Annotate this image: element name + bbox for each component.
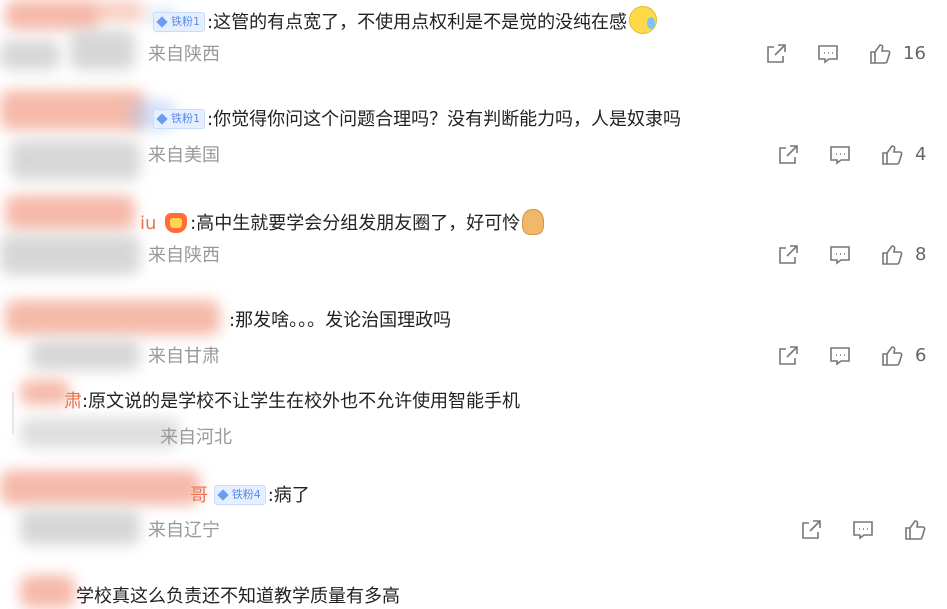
comment-icon[interactable] bbox=[850, 517, 876, 543]
username-blurred[interactable] bbox=[0, 235, 140, 275]
username-blurred bbox=[70, 30, 135, 70]
sad-kid-icon bbox=[522, 209, 545, 235]
comment-icon[interactable] bbox=[827, 242, 853, 268]
like-icon[interactable] bbox=[879, 343, 905, 369]
fan-badge[interactable]: 铁粉4 bbox=[213, 485, 266, 505]
comment-actions: 8 bbox=[775, 242, 926, 268]
diamond-icon bbox=[156, 113, 168, 125]
comment-actions: 16 bbox=[763, 41, 926, 67]
diamond-icon bbox=[156, 16, 168, 28]
comment-actions: 4 bbox=[775, 142, 926, 168]
like-count: 16 bbox=[903, 43, 926, 64]
fan-badge[interactable]: 铁粉1 bbox=[153, 12, 205, 32]
comment-text-line: 铁粉1:你觉得你问这个问题合理吗？没有判断能力吗，人是奴隶吗 bbox=[153, 108, 681, 132]
username-blurred[interactable] bbox=[30, 340, 140, 370]
comment-location: 来自美国 bbox=[148, 145, 220, 166]
username-blurred[interactable] bbox=[10, 140, 140, 180]
comment-item: 肃:原文说的是学校不让学生在校外也不允许使用智能手机 来自河北 bbox=[0, 380, 947, 460]
comment-text: :病了 bbox=[267, 485, 310, 506]
avatar[interactable] bbox=[20, 380, 70, 405]
comment-text: 学校真这么负责还不知道教学质量有多高 bbox=[76, 586, 400, 607]
comment-text-line: 铁粉1:这管的有点宽了，不使用点权利是不是觉的没纯在感 bbox=[153, 6, 658, 35]
comment-item: 哥 铁粉4:病了 来自辽宁 bbox=[0, 465, 947, 555]
like-icon[interactable] bbox=[879, 242, 905, 268]
share-icon[interactable] bbox=[798, 517, 824, 543]
like-count: 8 bbox=[915, 244, 927, 265]
comment-location: 来自甘肃 bbox=[148, 346, 220, 367]
avatar bbox=[95, 0, 145, 22]
comment-text-line: :那发啥。。。发论治国理政吗 bbox=[229, 309, 451, 333]
comment-location: 来自陕西 bbox=[148, 44, 220, 65]
comment-item: 学校真这么负责还不知道教学质量有多高 bbox=[0, 570, 947, 608]
comment-text-line: 哥 铁粉4:病了 bbox=[190, 484, 310, 508]
avatar[interactable] bbox=[20, 575, 75, 608]
diamond-icon bbox=[217, 489, 229, 501]
comment-text: :那发啥。。。发论治国理政吗 bbox=[229, 310, 452, 331]
like-icon[interactable] bbox=[879, 142, 905, 168]
comment-item: iu :高中生就要学会分组发朋友圈了，好可怜 来自陕西 8 bbox=[0, 190, 947, 295]
share-icon[interactable] bbox=[775, 343, 801, 369]
fan-badge[interactable]: 铁粉1 bbox=[153, 109, 205, 129]
avatar[interactable] bbox=[5, 195, 135, 230]
avatar[interactable] bbox=[5, 300, 220, 335]
comment-text-line: 学校真这么负责还不知道教学质量有多高 bbox=[76, 585, 400, 609]
username[interactable]: 哥 bbox=[190, 485, 208, 506]
username[interactable]: 肃 bbox=[64, 391, 82, 412]
comment-item: 铁粉1:这管的有点宽了，不使用点权利是不是觉的没纯在感 来自陕西 16 bbox=[0, 0, 947, 90]
comment-text: :高中生就要学会分组发朋友圈了，好可怜 bbox=[190, 213, 521, 234]
comment-actions: 6 bbox=[775, 343, 926, 369]
comment-location: 来自辽宁 bbox=[148, 520, 220, 541]
share-icon[interactable] bbox=[763, 41, 789, 67]
crown-icon bbox=[165, 213, 188, 233]
username-blurred[interactable] bbox=[0, 40, 60, 70]
like-count: 6 bbox=[915, 345, 927, 366]
comment-location: 来自河北 bbox=[160, 427, 232, 448]
comment-item: :那发啥。。。发论治国理政吗 来自甘肃 6 bbox=[0, 295, 947, 380]
comment-location: 来自陕西 bbox=[148, 245, 220, 266]
comment-actions bbox=[798, 517, 928, 543]
username-blurred[interactable] bbox=[20, 418, 180, 448]
comment-icon[interactable] bbox=[815, 41, 841, 67]
sweat-smile-icon bbox=[629, 6, 658, 34]
avatar[interactable] bbox=[5, 0, 100, 30]
comment-icon[interactable] bbox=[827, 343, 853, 369]
comment-text: :原文说的是学校不让学生在校外也不允许使用智能手机 bbox=[82, 391, 521, 412]
like-count: 4 bbox=[915, 144, 927, 165]
like-icon[interactable] bbox=[902, 517, 928, 543]
comment-icon[interactable] bbox=[827, 142, 853, 168]
comment-text-line: 肃:原文说的是学校不让学生在校外也不允许使用智能手机 bbox=[64, 390, 520, 414]
username[interactable]: iu bbox=[140, 213, 156, 234]
comment-item: 铁粉1:你觉得你问这个问题合理吗？没有判断能力吗，人是奴隶吗 来自美国 4 bbox=[0, 90, 947, 190]
comment-text-line: iu :高中生就要学会分组发朋友圈了，好可怜 bbox=[140, 209, 545, 236]
comment-text: :这管的有点宽了，不使用点权利是不是觉的没纯在感 bbox=[207, 12, 628, 33]
share-icon[interactable] bbox=[775, 242, 801, 268]
comment-text: :你觉得你问这个问题合理吗？没有判断能力吗，人是奴隶吗 bbox=[207, 109, 682, 130]
share-icon[interactable] bbox=[775, 142, 801, 168]
avatar[interactable] bbox=[0, 90, 145, 130]
like-icon[interactable] bbox=[867, 41, 893, 67]
username-blurred[interactable] bbox=[20, 510, 140, 545]
avatar[interactable] bbox=[0, 470, 200, 505]
